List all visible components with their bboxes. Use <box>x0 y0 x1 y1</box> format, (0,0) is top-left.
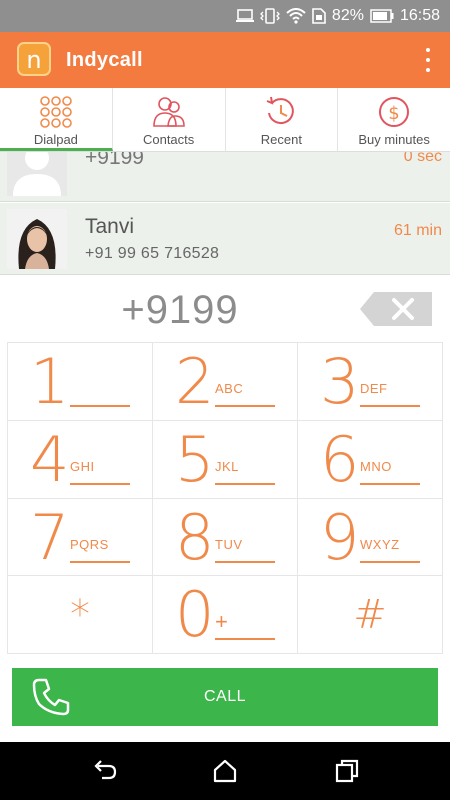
key-0[interactable]: 0 + <box>153 576 298 654</box>
key-underline <box>360 405 420 407</box>
key-digit: 9 <box>320 500 360 574</box>
key-letters: ABC <box>215 381 244 396</box>
key-digit: 3 <box>320 345 360 418</box>
key-letters: TUV <box>215 536 243 552</box>
key-letters: GHI <box>70 458 95 474</box>
key-underline <box>215 482 275 485</box>
tab-contacts[interactable]: Contacts <box>113 88 226 151</box>
key-8[interactable]: 8 TUV <box>153 498 298 577</box>
tab-recent[interactable]: Recent <box>226 88 339 151</box>
key-6[interactable]: 6 MNO <box>298 420 443 499</box>
dialed-number: +9199 <box>121 288 239 332</box>
avatar <box>7 152 67 196</box>
clock: 16:58 <box>399 7 440 24</box>
recent-icon <box>267 96 295 125</box>
key-underline <box>360 560 420 563</box>
recents-icon[interactable] <box>334 758 360 784</box>
battery-icon <box>370 9 394 23</box>
call-button-label: CALL <box>203 688 247 705</box>
key-letters: WXYZ <box>360 536 400 552</box>
contact-number: +91 99 65 716528 <box>85 245 220 262</box>
battery-percent: 82% <box>331 7 364 24</box>
default-avatar-icon <box>7 152 67 196</box>
key-star[interactable]: * <box>8 576 153 654</box>
overflow-menu-icon[interactable] <box>424 48 432 72</box>
sim-icon <box>312 8 326 24</box>
svg-text:$: $ <box>388 103 399 124</box>
home-icon[interactable] <box>212 758 238 784</box>
recent-call-item[interactable]: Tanvi +91 99 65 716528 61 min <box>0 203 450 275</box>
tab-buy-minutes-label: Buy minutes <box>358 132 430 147</box>
key-digit: * <box>70 592 90 639</box>
dialpad-icon <box>40 96 72 128</box>
tab-recent-label: Recent <box>260 132 302 147</box>
key-underline <box>215 560 275 563</box>
key-2[interactable]: 2 ABC <box>153 343 298 421</box>
key-hash[interactable]: # <box>298 576 443 654</box>
status-bar: 82% 16:58 <box>0 0 450 32</box>
key-letters: + <box>215 609 228 635</box>
call-duration: 61 min <box>393 222 442 239</box>
key-digit: 2 <box>175 345 215 418</box>
tab-bar: Dialpad Contacts Recent $ Buy minutes <box>0 88 450 152</box>
app-bar: n Indycall <box>0 32 450 88</box>
backspace-icon[interactable] <box>360 292 432 326</box>
call-duration: 0 sec <box>403 152 442 165</box>
key-underline <box>70 405 130 407</box>
tab-buy-minutes[interactable]: $ Buy minutes <box>338 88 450 151</box>
key-letters: JKL <box>215 458 239 474</box>
screencast-icon <box>235 9 254 22</box>
contact-photo <box>7 209 67 269</box>
key-underline <box>70 560 130 563</box>
tab-dialpad-label: Dialpad <box>33 132 78 147</box>
key-underline <box>215 638 275 641</box>
key-digit: 5 <box>175 422 215 496</box>
key-underline <box>360 482 420 485</box>
key-1[interactable]: 1 <box>8 343 153 421</box>
contact-name: Tanvi <box>85 215 135 238</box>
call-button[interactable]: CALL <box>12 668 438 726</box>
key-digit: 4 <box>30 422 70 496</box>
back-icon[interactable] <box>92 758 118 784</box>
keypad: 1 2 ABC 3 DEF 4 GHI 5 JKL 6 MNO 7 PQRS 8… <box>7 342 443 654</box>
dial-display: +9199 <box>0 276 450 342</box>
contact-name: +9199 <box>85 152 144 169</box>
key-7[interactable]: 7 PQRS <box>8 498 153 577</box>
system-nav-bar <box>0 742 450 800</box>
key-underline <box>215 405 275 407</box>
key-5[interactable]: 5 JKL <box>153 420 298 499</box>
dollar-icon: $ <box>379 97 410 127</box>
key-letters: MNO <box>360 458 392 474</box>
app-title: Indycall <box>66 49 143 71</box>
key-3[interactable]: 3 DEF <box>298 343 443 421</box>
key-digit: # <box>353 592 387 639</box>
app-logo-icon: n <box>17 42 51 76</box>
key-underline <box>70 482 130 485</box>
key-digit: 6 <box>320 422 360 496</box>
key-digit: 0 <box>175 578 215 652</box>
contacts-icon <box>152 97 185 127</box>
tab-contacts-label: Contacts <box>142 132 195 147</box>
status-icons: 82% 16:58 <box>235 0 440 32</box>
vibrate-icon <box>260 8 280 24</box>
key-9[interactable]: 9 WXYZ <box>298 498 443 577</box>
key-letters: PQRS <box>70 536 109 552</box>
key-digit: 8 <box>175 500 215 574</box>
avatar <box>7 209 67 269</box>
recent-call-item[interactable]: +9199 0 sec <box>0 152 450 202</box>
key-4[interactable]: 4 GHI <box>8 420 153 499</box>
key-digit: 1 <box>30 345 70 418</box>
tab-dialpad[interactable]: Dialpad <box>0 88 113 151</box>
key-digit: 7 <box>30 500 70 574</box>
key-letters: DEF <box>360 381 388 396</box>
wifi-icon <box>286 8 306 24</box>
logo-letter: n <box>26 46 42 74</box>
